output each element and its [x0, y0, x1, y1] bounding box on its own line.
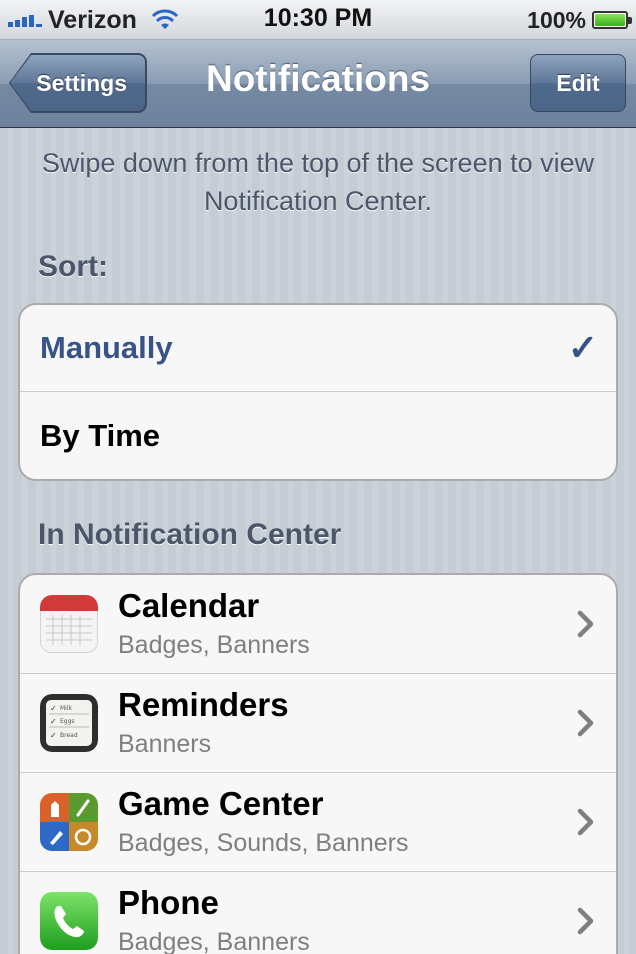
game-center-icon — [40, 793, 98, 851]
navigation-bar: Settings Notifications Edit — [0, 40, 636, 128]
checkmark-icon: ✓ — [567, 327, 598, 368]
app-name: Reminders — [118, 686, 289, 723]
app-row-phone[interactable]: Phone Badges, Banners — [20, 872, 616, 954]
app-alert-styles: Banners — [118, 730, 212, 758]
app-alert-styles: Badges, Sounds, Banners — [118, 829, 409, 857]
edit-button[interactable]: Edit — [530, 54, 626, 112]
svg-text:Bread: Bread — [60, 732, 78, 739]
app-name: Calendar — [118, 587, 260, 624]
sort-option-label: By Time — [40, 417, 161, 453]
app-name: Phone — [118, 884, 219, 921]
svg-text:Eggs: Eggs — [60, 718, 75, 725]
reminders-icon: ✓ ✓ ✓ Milk Eggs Bread — [40, 694, 98, 752]
app-alert-styles: Badges, Banners — [118, 928, 310, 954]
svg-text:✓: ✓ — [50, 731, 57, 740]
chevron-right-icon — [577, 709, 594, 737]
sort-option-label: Manually — [40, 330, 173, 365]
chevron-right-icon — [577, 808, 594, 836]
sort-section-header: Sort: — [38, 250, 108, 283]
svg-text:Milk: Milk — [60, 705, 73, 712]
chevron-right-icon — [577, 907, 594, 935]
svg-text:✓: ✓ — [50, 717, 57, 726]
app-alert-styles: Badges, Banners — [118, 631, 310, 659]
phone-icon — [40, 892, 98, 950]
back-button-settings[interactable]: Settings — [10, 54, 146, 112]
svg-text:✓: ✓ — [50, 704, 57, 713]
notification-center-group: Calendar Badges, Banners ✓ ✓ ✓ Milk Eggs B… — [18, 573, 618, 954]
status-bar: Verizon 10:30 PM 100% — [0, 0, 636, 40]
app-row-game-center[interactable]: Game Center Badges, Sounds, Banners — [20, 773, 616, 872]
notification-center-hint: Swipe down from the top of the screen to… — [41, 148, 595, 216]
page-title: Notifications — [205, 58, 431, 99]
app-row-reminders[interactable]: ✓ ✓ ✓ Milk Eggs Bread Reminders Banners — [20, 674, 616, 773]
app-row-calendar[interactable]: Calendar Badges, Banners — [20, 575, 616, 674]
app-name: Game Center — [118, 785, 324, 822]
status-right: 100% — [527, 6, 632, 34]
sort-group: Manually ✓ By Time — [18, 303, 618, 481]
chevron-right-icon — [577, 610, 594, 638]
battery-icon — [592, 11, 632, 29]
sort-option-manually[interactable]: Manually ✓ — [20, 305, 616, 392]
sort-option-by-time[interactable]: By Time — [20, 392, 616, 479]
notification-center-section-header: In Notification Center — [38, 518, 342, 551]
battery-percentage: 100% — [527, 6, 586, 33]
calendar-icon — [40, 595, 98, 653]
